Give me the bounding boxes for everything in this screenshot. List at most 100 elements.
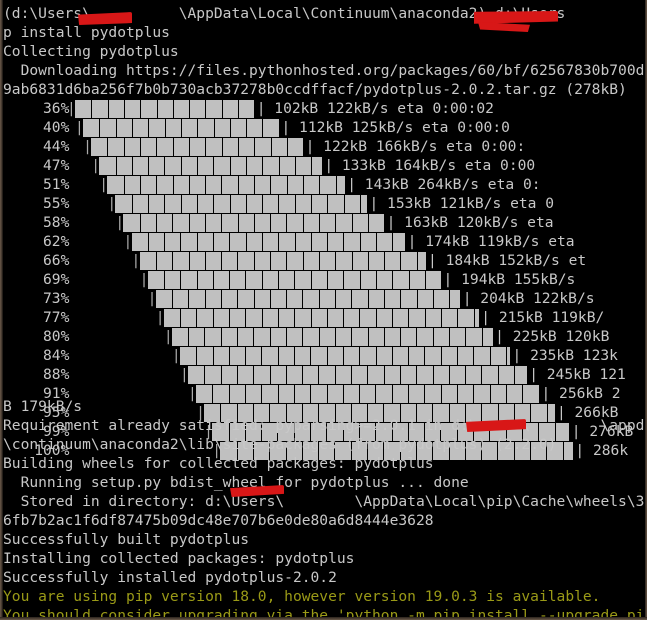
progress-percent-label: 77% xyxy=(43,309,70,326)
progress-percent-label: 51% xyxy=(43,176,70,193)
progress-bar-notch xyxy=(294,385,295,403)
progress-bar-notch xyxy=(416,366,417,384)
progress-bar-notch xyxy=(425,309,426,327)
progress-bar-notch xyxy=(498,366,499,384)
redaction-mark-username-2b xyxy=(478,22,530,32)
progress-bar-notch xyxy=(238,138,239,156)
progress-bar-notch xyxy=(229,271,230,289)
progress-bar-notch xyxy=(245,347,246,365)
progress-bar-notch xyxy=(156,252,157,270)
progress-bar-notch xyxy=(506,385,507,403)
progress-bar-notch xyxy=(286,290,287,308)
progress-bar-notch xyxy=(213,271,214,289)
progress-bar-left-bracket: | xyxy=(66,100,76,117)
progress-bar-notch xyxy=(196,309,197,327)
progress-bar-notch xyxy=(286,252,287,270)
progress-bar-notch xyxy=(229,233,230,251)
progress-bar-notch xyxy=(196,347,197,365)
progress-bar-notch xyxy=(376,347,377,365)
progress-bar-notch xyxy=(327,309,328,327)
progress-bar-notch xyxy=(351,328,352,346)
progress-bar-notch xyxy=(116,119,117,137)
progress-bar-fill xyxy=(179,347,511,365)
progress-bar-notch xyxy=(173,138,174,156)
progress-bar-notch xyxy=(441,347,442,365)
progress-bar-notch xyxy=(181,157,182,175)
progress-bar-notch xyxy=(245,271,246,289)
progress-bar-notch xyxy=(424,347,425,365)
progress-bar-notch xyxy=(262,309,263,327)
progress-stats-text: | 266kB xyxy=(556,404,619,421)
installing-packages-line: Installing collected packages: pydotplus xyxy=(3,550,355,567)
progress-bar-notch xyxy=(416,328,417,346)
progress-bar-notch xyxy=(204,328,205,346)
progress-bar-notch xyxy=(213,195,214,213)
progress-bar-notch xyxy=(392,271,393,289)
progress-bar-notch xyxy=(164,157,165,175)
progress-bar-notch xyxy=(384,290,385,308)
progress-bar-notch xyxy=(230,195,231,213)
progress-bar-notch xyxy=(278,347,279,365)
progress-bar-notch xyxy=(172,214,173,232)
progress-bar-notch xyxy=(140,176,141,194)
progress-bar-notch xyxy=(205,138,206,156)
progress-bar-notch xyxy=(254,290,255,308)
site-packages-line: \continuum\anaconda2\lib\site-packages (… xyxy=(3,436,557,453)
progress-bar-notch xyxy=(473,385,474,403)
progress-bar-notch xyxy=(262,271,263,289)
progress-bar-notch xyxy=(262,157,263,175)
progress-bar-notch xyxy=(253,366,254,384)
progress-stats-text: | 276kB xyxy=(571,423,634,440)
progress-bar-notch xyxy=(303,214,304,232)
progress-bar-notch xyxy=(189,176,190,194)
progress-bar-notch xyxy=(261,347,262,365)
progress-bar-notch xyxy=(449,366,450,384)
progress-bar-notch xyxy=(490,347,491,365)
progress-bar-notch xyxy=(319,214,320,232)
progress-bar-notch xyxy=(360,233,361,251)
progress-bar-notch xyxy=(335,290,336,308)
progress-bar-notch xyxy=(327,195,328,213)
progress-bar-notch xyxy=(157,100,158,118)
progress-bar-left-bracket: | xyxy=(147,290,157,307)
progress-bar-notch xyxy=(367,366,368,384)
progress-bar-notch xyxy=(311,195,312,213)
progress-bar-notch xyxy=(441,385,442,403)
progress-bar-notch xyxy=(205,290,206,308)
progress-bar-notch xyxy=(254,214,255,232)
progress-bar-left-bracket: | xyxy=(123,233,133,250)
progress-bar-notch xyxy=(351,366,352,384)
progress-bar-notch xyxy=(213,233,214,251)
progress-bar-notch xyxy=(188,328,189,346)
progress-bar-notch xyxy=(271,138,272,156)
progress-bar-notch xyxy=(295,195,296,213)
progress-bar-fill xyxy=(147,271,442,289)
progress-bar-notch xyxy=(156,214,157,232)
progress-bar-notch xyxy=(221,366,222,384)
progress-percent-label: 44% xyxy=(43,138,70,155)
progress-bar-notch xyxy=(173,176,174,194)
progress-bar-notch xyxy=(327,347,328,365)
progress-stats-text: | 133kB 164kB/s eta 0:00 xyxy=(324,157,536,174)
progress-bar-notch xyxy=(319,176,320,194)
progress-bar-notch xyxy=(392,309,393,327)
progress-stats-text: | 204kB 122kB/s xyxy=(462,290,595,307)
progress-bar-fill xyxy=(83,119,280,137)
progress-bar-notch xyxy=(262,233,263,251)
progress-bar-notch xyxy=(221,328,222,346)
downloading-line: Downloading https://files.pythonhosted.o… xyxy=(3,62,647,79)
progress-stats-text: | 215kB 119kB/ xyxy=(481,309,605,326)
progress-bar-notch xyxy=(360,195,361,213)
window-top-edge xyxy=(0,0,647,4)
progress-bar-notch xyxy=(180,271,181,289)
terminal-window[interactable]: (d:\Users\ \AppData\Local\Continuum\anac… xyxy=(0,0,647,620)
progress-bar-notch xyxy=(229,309,230,327)
progress-bar-notch xyxy=(457,385,458,403)
progress-bar-left-bracket: | xyxy=(188,385,197,402)
progress-bar-notch xyxy=(400,366,401,384)
progress-percent-label: 73% xyxy=(43,290,70,307)
progress-bar-notch xyxy=(319,252,320,270)
progress-bar-notch xyxy=(222,138,223,156)
progress-bar-notch xyxy=(253,328,254,346)
progress-bar-notch xyxy=(254,138,255,156)
